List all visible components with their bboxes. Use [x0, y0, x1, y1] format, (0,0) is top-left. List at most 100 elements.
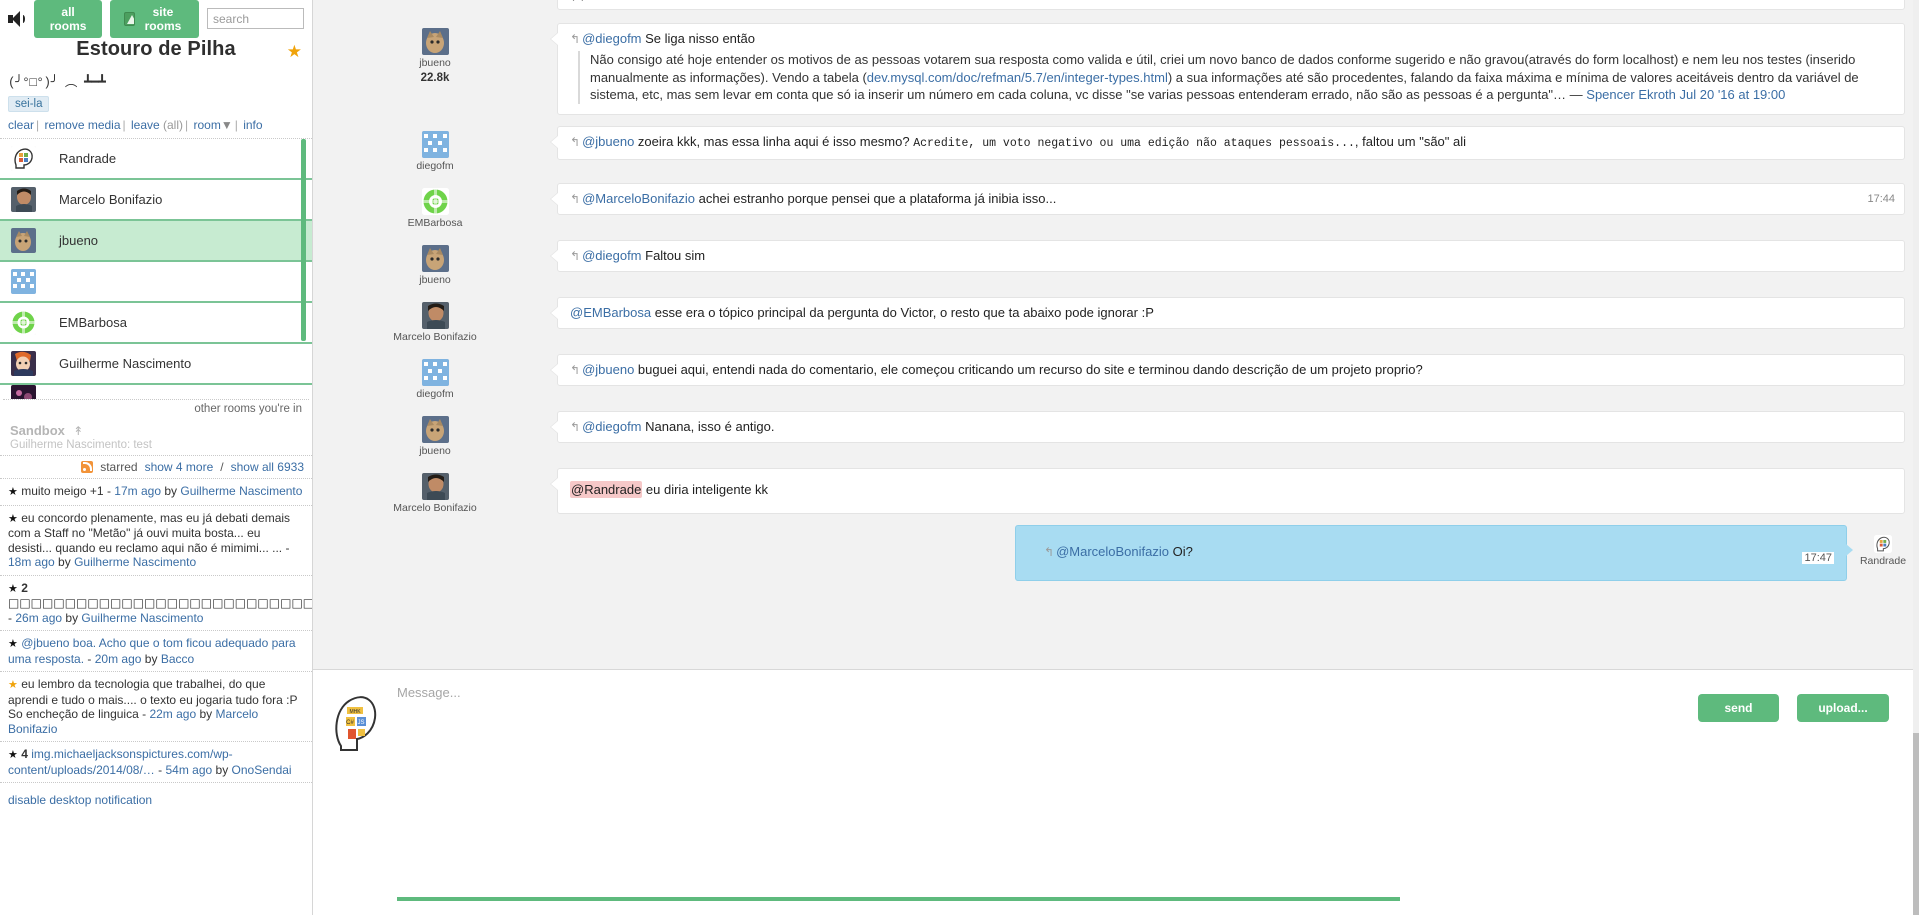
chat-message-own[interactable]: ↰ @MarceloBonifazio Oi? 17:47 Randrade — [313, 524, 1919, 581]
chat-message[interactable]: diegofm ↰ @jbueno buguei aqui, entendi na… — [313, 353, 1919, 400]
speaker-icon[interactable] — [8, 10, 26, 27]
mention-link[interactable]: @diegofm — [582, 419, 641, 434]
quote-link[interactable]: dev.mysql.com/doc/refman/5.7/en/integer-… — [867, 70, 1168, 85]
message-bubble[interactable]: ↰ @jbueno zoeira kkk, mas essa linha aqui… — [550, 125, 1905, 160]
chat-scrollbar[interactable] — [1913, 0, 1919, 915]
starred-time[interactable]: 22m ago — [149, 707, 196, 721]
send-button[interactable]: send — [1698, 694, 1779, 722]
starred-author[interactable]: Guilherme Nascimento — [81, 611, 203, 625]
reply-arrow-icon[interactable]: ↰ — [570, 420, 580, 434]
message-bubble[interactable]: @EMBarbosa esse era o tópico principal d… — [550, 296, 1905, 329]
mention-link[interactable]: @jbueno — [582, 362, 634, 377]
user-row[interactable]: Randrade — [0, 139, 312, 180]
leave-all-label[interactable]: (all) — [163, 118, 183, 132]
star-icon[interactable]: ★ — [8, 638, 18, 650]
up-arrow-icon[interactable]: ↟ — [73, 424, 83, 438]
message-author[interactable]: Randrade — [1860, 555, 1906, 567]
user-row[interactable] — [0, 262, 312, 303]
avatar[interactable] — [1874, 534, 1892, 553]
starred-item[interactable]: ★ eu lembro da tecnologia que trabalhei,… — [0, 672, 312, 742]
message-bubble[interactable]: ↰ @diegofm Faltou sim — [550, 239, 1905, 272]
info-link[interactable]: info — [243, 118, 262, 132]
reply-arrow-icon[interactable]: ↰ — [570, 32, 580, 46]
avatar[interactable] — [421, 244, 449, 272]
avatar[interactable] — [421, 358, 449, 386]
mention-link[interactable]: @Randrade — [570, 480, 643, 498]
reply-arrow-icon[interactable]: ↰ — [1044, 545, 1054, 559]
mention-link[interactable]: @MarceloBonifazio — [582, 191, 695, 206]
quote-cite-date[interactable]: Jul 20 '16 at 19:00 — [1680, 87, 1786, 102]
disable-desktop-notification-link[interactable]: disable desktop notification — [8, 793, 152, 807]
chat-message[interactable]: EMBarbosa ↰ @MarceloBonifazio achei estra… — [313, 182, 1919, 229]
user-row[interactable]: jbueno — [0, 221, 312, 262]
userlist-scrollbar[interactable] — [301, 139, 306, 341]
starred-time[interactable]: 20m ago — [95, 652, 142, 666]
mention-link[interactable]: @MarceloBonifazio — [1056, 544, 1169, 559]
star-icon[interactable]: ★ — [8, 513, 18, 525]
chat-message[interactable]: Marcelo Bonifazio @EMBarbosa esse era o … — [313, 296, 1919, 343]
message-author[interactable]: Marcelo Bonifazio — [393, 331, 476, 343]
mention-link[interactable]: @jbueno — [582, 134, 634, 149]
starred-author[interactable]: Guilherme Nascimento — [180, 484, 302, 498]
clear-link[interactable]: clear — [8, 118, 34, 132]
rss-icon[interactable] — [81, 461, 94, 473]
show-all-link[interactable]: show all 6933 — [231, 460, 304, 474]
reply-arrow-icon[interactable]: ↰ — [570, 363, 580, 377]
star-icon[interactable]: ★ — [8, 749, 18, 761]
chat-message[interactable]: jbueno ↰ @diegofm Faltou sim — [313, 239, 1919, 286]
mention-link[interactable]: @diegofm — [582, 248, 641, 263]
other-room-item[interactable]: Sandbox ↟ Guilherme Nascimento: test — [0, 421, 312, 455]
star-icon[interactable]: ★ — [8, 583, 18, 595]
room-tag[interactable]: sei-la — [8, 96, 50, 112]
avatar[interactable] — [421, 130, 449, 158]
message-bubble[interactable]: ↰ @jbueno buguei aqui, entendi nada do co… — [550, 353, 1905, 386]
starred-item[interactable]: ★ 4 img.michaeljacksonspictures.com/wp-c… — [0, 742, 312, 783]
reply-arrow-icon[interactable]: ↰ — [570, 192, 580, 206]
star-icon[interactable]: ★ — [8, 486, 18, 498]
starred-time[interactable]: 54m ago — [165, 763, 212, 777]
user-row[interactable]: Guilherme Nascimento — [0, 344, 312, 385]
mention-link[interactable]: @diegofm — [582, 31, 641, 46]
avatar[interactable] — [421, 301, 449, 329]
message-author[interactable]: jbueno — [419, 57, 451, 69]
quote-cite-author[interactable]: Spencer Ekroth — [1586, 87, 1676, 102]
message-bubble[interactable]: @Randrade eu diria inteligente kk — [550, 467, 1905, 514]
starred-author[interactable]: Guilherme Nascimento — [74, 555, 196, 569]
favorite-star-icon[interactable]: ★ — [287, 42, 302, 62]
message-bubble[interactable]: (?)" do usuario — [557, 0, 1905, 10]
room-dropdown-link[interactable]: room — [193, 118, 220, 132]
starred-item[interactable]: ★ eu concordo plenamente, mas eu já deba… — [0, 506, 312, 576]
chat-message[interactable]: diegofm ↰ @jbueno zoeira kkk, mas essa li… — [313, 125, 1919, 172]
message-bubble[interactable]: ↰ @diegofm Se liga nisso então Não consig… — [550, 23, 1905, 115]
avatar[interactable] — [421, 415, 449, 443]
scrollbar-thumb[interactable] — [1913, 733, 1919, 915]
chat-message[interactable]: (?)" do usuario — [313, 0, 1919, 10]
starred-time[interactable]: 26m ago — [15, 611, 62, 625]
chat-transcript[interactable]: (?)" do usuario jbueno 22.8k — [313, 0, 1919, 669]
message-author[interactable]: diegofm — [416, 388, 453, 400]
mention-link[interactable]: @EMBarbosa — [570, 305, 651, 320]
reply-arrow-icon[interactable]: ↰ — [570, 249, 580, 263]
starred-item[interactable]: ★ 2 □□□□□□□□□□□□□□□□□□□□□□□□□□□□□□ - 26m… — [0, 576, 312, 631]
starred-author[interactable]: Bacco — [161, 652, 194, 666]
message-author[interactable]: diegofm — [416, 160, 453, 172]
starred-time[interactable]: 18m ago — [8, 555, 55, 569]
message-author[interactable]: jbueno — [419, 274, 451, 286]
leave-link[interactable]: leave — [131, 118, 160, 132]
avatar[interactable] — [421, 28, 449, 55]
chat-message[interactable]: Marcelo Bonifazio @Randrade eu diria int… — [313, 467, 1919, 514]
starred-item[interactable]: ★ @jbueno boa. Acho que o tom ficou adeq… — [0, 631, 312, 672]
message-input[interactable] — [397, 684, 1579, 814]
star-icon[interactable]: ★ — [8, 679, 18, 691]
message-bubble[interactable]: ↰ @MarceloBonifazio Oi? 17:47 — [1015, 524, 1853, 581]
avatar[interactable] — [421, 187, 449, 215]
message-author[interactable]: Marcelo Bonifazio — [393, 502, 476, 514]
user-row[interactable]: Marcelo Bonifazio — [0, 180, 312, 221]
upload-button[interactable]: upload... — [1797, 694, 1889, 722]
avatar[interactable] — [421, 472, 449, 500]
search-input[interactable] — [207, 8, 304, 29]
show-more-link[interactable]: show 4 more — [145, 460, 214, 474]
reply-arrow-icon[interactable]: ↰ — [570, 135, 580, 149]
chat-message[interactable]: jbueno ↰ @diegofm Nanana, isso é antigo. — [313, 410, 1919, 457]
chat-message[interactable]: jbueno 22.8k ↰ @diegofm Se liga nisso ent… — [313, 23, 1919, 115]
